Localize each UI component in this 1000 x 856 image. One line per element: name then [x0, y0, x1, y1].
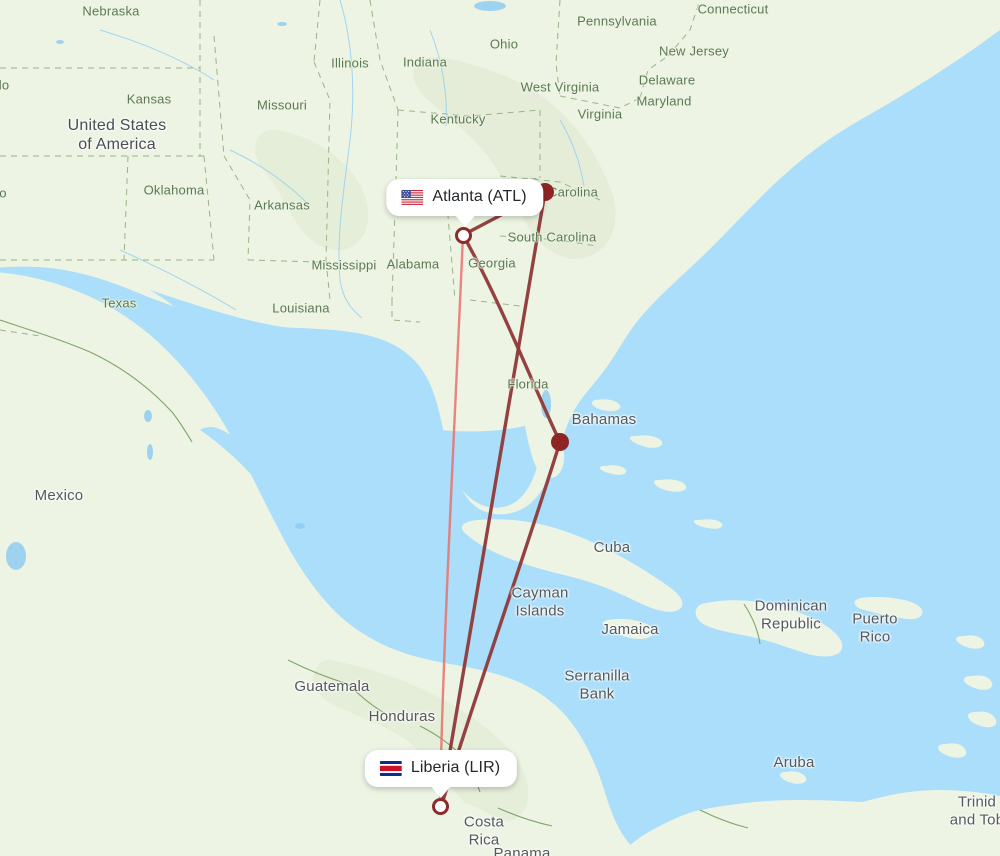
tooltip-atlanta[interactable]: Atlanta (ATL) — [386, 179, 544, 227]
tooltip-liberia-label: Liberia (LIR) — [410, 759, 501, 776]
airport-node-atl[interactable] — [454, 226, 472, 244]
tooltip-liberia[interactable]: Liberia (LIR) — [364, 750, 518, 798]
waypoint-marker-bahamas[interactable] — [551, 433, 569, 451]
map-canvas — [0, 0, 1000, 856]
tooltip-atlanta-label: Atlanta (ATL) — [432, 188, 527, 205]
cr-flag-icon — [379, 760, 402, 776]
us-flag-icon — [401, 189, 424, 205]
flight-route-map[interactable]: Nebraska Illinois Indiana Ohio Pennsylvania C… — [0, 0, 1000, 856]
airport-node-lir[interactable] — [431, 797, 449, 815]
